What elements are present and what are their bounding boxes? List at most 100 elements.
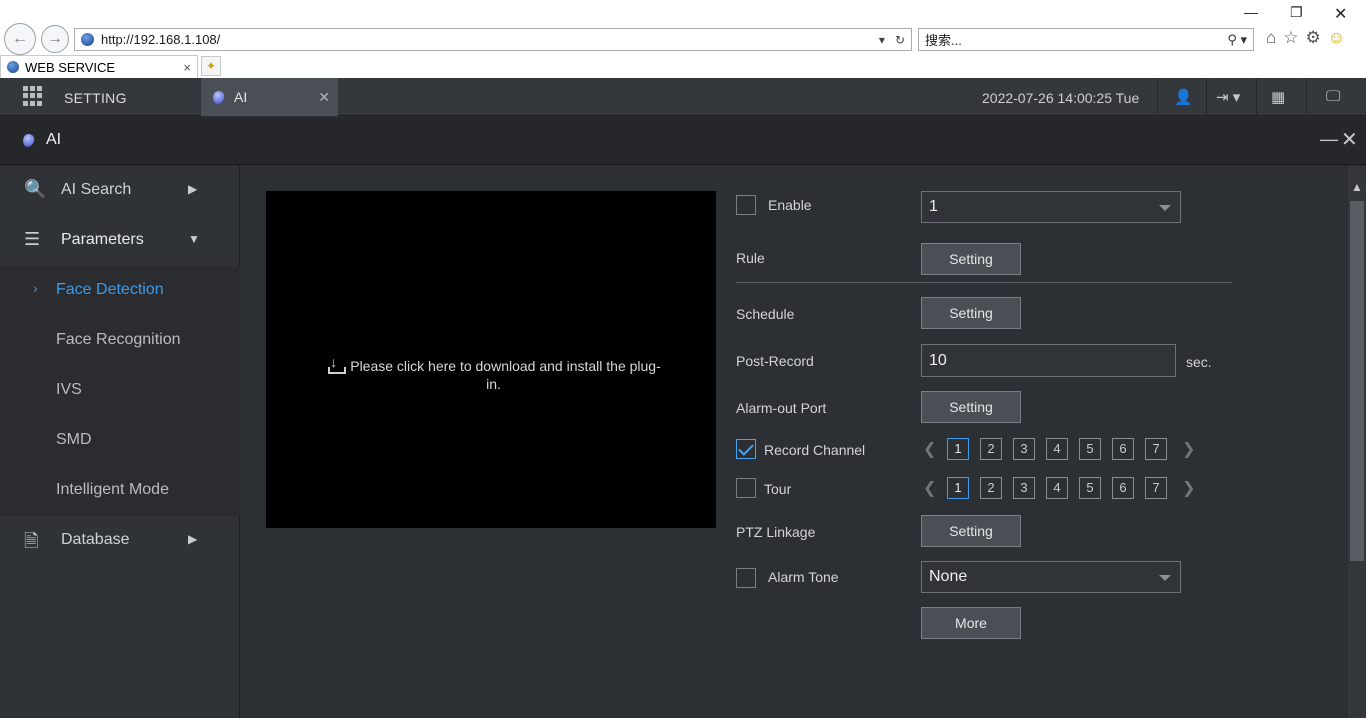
sidebar-item-label: IVS <box>56 381 82 398</box>
channel-select[interactable]: 1 <box>921 191 1181 223</box>
qr-code-icon[interactable]: ▦ <box>1271 88 1285 106</box>
sidebar-item-label: Face Recognition <box>56 331 181 348</box>
browser-tab-title: WEB SERVICE <box>25 59 116 75</box>
minimize-icon[interactable]: — <box>1320 129 1338 150</box>
new-tab-button[interactable]: ✦ <box>201 56 221 76</box>
enable-checkbox[interactable] <box>736 195 756 215</box>
favorites-icon[interactable]: ☆ <box>1283 28 1298 48</box>
sidebar-item-ai-search[interactable]: 🔍 AI Search ▶ <box>0 166 240 216</box>
address-bar[interactable]: http://192.168.1.108/ ▾ ↻ <box>74 28 912 51</box>
alarm-tone-label: Alarm Tone <box>768 569 839 585</box>
sidebar-item-smd[interactable]: SMD <box>0 416 240 466</box>
gear-icon[interactable]: ⚙ <box>1306 28 1321 48</box>
chevron-right-icon[interactable]: ❯ <box>1182 439 1195 459</box>
refresh-icon[interactable]: ↻ <box>895 33 905 47</box>
url-text[interactable]: http://192.168.1.108/ <box>101 32 879 47</box>
chevron-right-icon[interactable]: ❯ <box>1182 478 1195 498</box>
dropdown-icon[interactable]: ▾ <box>879 33 885 47</box>
scrollbar-thumb[interactable] <box>1350 201 1364 561</box>
plugin-message: Please click here to download and instal… <box>350 358 661 392</box>
new-tab-icon: ✦ <box>205 59 217 73</box>
enable-label: Enable <box>768 197 812 213</box>
divider <box>1157 78 1158 116</box>
record-channel-2[interactable]: 2 <box>980 438 1002 460</box>
alarm-out-setting-button[interactable]: Setting <box>921 391 1021 423</box>
tour-channel-3[interactable]: 3 <box>1013 477 1035 499</box>
ptz-setting-button[interactable]: Setting <box>921 515 1021 547</box>
site-icon <box>81 33 94 46</box>
forward-button[interactable]: → <box>41 25 69 53</box>
monitor-icon[interactable]: 🖵 <box>1326 88 1340 105</box>
video-preview[interactable]: Please click here to download and instal… <box>266 191 716 528</box>
alarm-out-port-label: Alarm-out Port <box>736 400 827 416</box>
divider <box>1306 78 1307 116</box>
record-channel-5[interactable]: 5 <box>1079 438 1101 460</box>
sidebar-item-ivs[interactable]: IVS <box>0 366 240 416</box>
alarm-tone-select[interactable]: None <box>921 561 1181 593</box>
record-channel-3[interactable]: 3 <box>1013 438 1035 460</box>
post-record-input[interactable]: 10 <box>921 344 1176 377</box>
sidebar-item-face-recognition[interactable]: Face Recognition <box>0 316 240 366</box>
tab-ai[interactable]: AI ✕ <box>201 78 338 116</box>
close-icon[interactable]: × <box>183 60 191 75</box>
chevron-left-icon[interactable]: ❮ <box>923 478 936 498</box>
alarm-tone-value: None <box>929 568 968 585</box>
arrow-left-icon: ← <box>12 30 28 47</box>
smiley-icon[interactable]: ☺ <box>1328 28 1345 48</box>
close-icon[interactable]: ✕ <box>318 89 330 106</box>
panel-header: AI — ✕ <box>0 117 1366 165</box>
sidebar-item-label: Database <box>61 531 130 548</box>
record-channel-label: Record Channel <box>764 442 866 458</box>
search-placeholder: 搜索... <box>925 33 962 48</box>
sidebar-item-parameters[interactable]: ☰ Parameters ▼ <box>0 216 240 266</box>
record-channel-1[interactable]: 1 <box>947 438 969 460</box>
browser-tab[interactable]: WEB SERVICE × <box>0 55 198 78</box>
record-channel-7[interactable]: 7 <box>1145 438 1167 460</box>
logout-icon[interactable]: ⇥ ▾ <box>1216 88 1240 106</box>
tour-channel-2[interactable]: 2 <box>980 477 1002 499</box>
divider <box>1206 78 1207 116</box>
sidebar-item-intelligent-mode[interactable]: Intelligent Mode <box>0 466 240 516</box>
tour-channel-7[interactable]: 7 <box>1145 477 1167 499</box>
plugin-download-link[interactable]: Please click here to download and instal… <box>321 353 666 393</box>
ai-icon <box>211 89 226 105</box>
record-channel-4[interactable]: 4 <box>1046 438 1068 460</box>
tour-channel-1[interactable]: 1 <box>947 477 969 499</box>
download-icon <box>326 353 347 374</box>
search-input[interactable]: 搜索... ⚲ ▾ <box>918 28 1254 51</box>
panel-title: AI <box>46 131 62 148</box>
close-icon[interactable]: ✕ <box>1341 127 1358 152</box>
main-content: Please click here to download and instal… <box>241 166 1348 718</box>
search-icon[interactable]: ⚲ ▾ <box>1227 32 1247 48</box>
record-channel-6[interactable]: 6 <box>1112 438 1134 460</box>
sidebar-item-database[interactable]: 🗎 Database ▶ <box>0 516 240 566</box>
user-icon[interactable]: 👤 <box>1174 88 1193 106</box>
record-channel-checkbox[interactable] <box>736 439 756 459</box>
home-icon[interactable]: ⌂ <box>1266 28 1276 48</box>
chevron-right-icon: ▶ <box>188 182 198 196</box>
tour-channel-6[interactable]: 6 <box>1112 477 1134 499</box>
sidebar: 🔍 AI Search ▶ ☰ Parameters ▼ › Face Dete… <box>0 166 240 718</box>
schedule-label: Schedule <box>736 306 795 322</box>
chevron-left-icon[interactable]: ❮ <box>923 439 936 459</box>
sidebar-item-face-detection[interactable]: › Face Detection <box>0 266 240 316</box>
schedule-setting-button[interactable]: Setting <box>921 297 1021 329</box>
alarm-tone-checkbox[interactable] <box>736 568 756 588</box>
sidebar-item-label: Parameters <box>61 231 144 248</box>
tour-channel-4[interactable]: 4 <box>1046 477 1068 499</box>
chevron-down-icon: ▼ <box>188 232 200 246</box>
back-button[interactable]: ← <box>4 23 36 55</box>
window-close-icon[interactable]: ✕ <box>1334 4 1347 24</box>
browser-chrome: ← → http://192.168.1.108/ ▾ ↻ 搜索... ⚲ ▾ … <box>0 0 1366 78</box>
setting-label[interactable]: SETTING <box>64 90 127 106</box>
more-button[interactable]: More <box>921 607 1021 639</box>
tour-checkbox[interactable] <box>736 478 756 498</box>
window-restore-icon[interactable]: ❐ <box>1290 4 1303 21</box>
sidebar-item-label: Intelligent Mode <box>56 481 169 498</box>
tour-channel-5[interactable]: 5 <box>1079 477 1101 499</box>
rule-setting-button[interactable]: Setting <box>921 243 1021 275</box>
window-minimize-icon[interactable]: — <box>1244 4 1258 20</box>
chevron-up-icon[interactable]: ▲ <box>1351 180 1363 194</box>
grid-menu-icon[interactable] <box>23 86 43 106</box>
scrollbar[interactable]: ▲ <box>1348 166 1366 718</box>
